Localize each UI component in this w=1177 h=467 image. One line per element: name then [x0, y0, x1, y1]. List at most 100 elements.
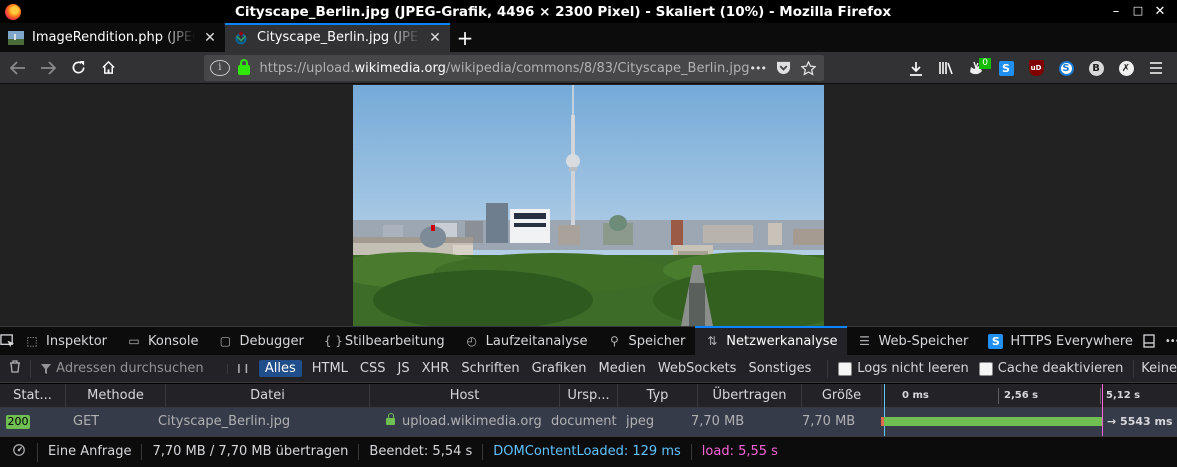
download-icon [910, 61, 922, 76]
reload-button[interactable] [63, 54, 93, 82]
maximize-button[interactable]: □ [1127, 4, 1149, 19]
filter-xhr[interactable]: XHR [416, 360, 456, 377]
timeline-tick [1100, 388, 1101, 404]
url-bar[interactable]: i https://upload.wikimedia.org/wikipedia… [204, 55, 824, 81]
info-icon[interactable]: i [210, 60, 230, 76]
waterfall-bar [884, 417, 1102, 426]
cell-file: Cityscape_Berlin.jpg [158, 414, 291, 429]
library-button[interactable] [931, 61, 961, 75]
berlin-cityscape-image[interactable] [353, 85, 824, 326]
throttling-select[interactable]: Keine [1141, 361, 1177, 376]
forward-button[interactable] [33, 54, 63, 82]
cell-transferred: 7,70 MB [691, 414, 745, 429]
debugger-icon: ▢ [219, 334, 232, 348]
filter-fonts[interactable]: Schriften [455, 360, 525, 377]
column-file[interactable]: Datei [166, 384, 370, 408]
url-text[interactable]: https://upload.wikimedia.org/wikipedia/c… [260, 61, 750, 76]
extension-privacy-button[interactable]: 0 [961, 57, 991, 76]
pause-button[interactable]: ❙❙ [227, 363, 256, 374]
back-button[interactable] [3, 54, 33, 82]
memory-icon: ⚲ [610, 334, 619, 348]
load-marker [1102, 384, 1103, 408]
performance-analysis-button[interactable] [0, 442, 38, 462]
tab-memory[interactable]: ⚲ Speicher [597, 327, 695, 355]
bookmark-star-icon[interactable] [801, 60, 816, 76]
close-tab-icon[interactable]: ✕ [203, 30, 217, 46]
ublock-shield-icon: uD [1028, 60, 1044, 76]
summary-load: load: 5,55 s [701, 444, 778, 459]
tab-imagerendition[interactable]: ImageRendition.php (JPEG- ✕ [0, 23, 225, 52]
tab-style-editor[interactable]: { } Stilbearbeitung [314, 327, 455, 355]
filter-icon [41, 363, 52, 374]
storage-icon: ☰ [859, 334, 870, 348]
tab-https-everywhere[interactable]: S HTTPS Everywhere [978, 327, 1143, 355]
wikimedia-icon [235, 31, 247, 44]
filter-images[interactable]: Grafiken [526, 360, 593, 377]
close-tab-icon[interactable]: ✕ [428, 30, 442, 46]
tab-label: Cityscape_Berlin.jpg (JPEG- [257, 30, 420, 45]
image-thumbnail-icon [8, 30, 24, 45]
tab-console[interactable]: ▭ Konsole [117, 327, 208, 355]
column-cause[interactable]: Ursp... [560, 384, 618, 408]
devtools-more-button[interactable]: ••• [1165, 336, 1177, 347]
extension-s-button[interactable]: S [991, 60, 1021, 76]
tab-bar: ImageRendition.php (JPEG- ✕ Cityscape_Be… [0, 23, 1177, 52]
extension-x-button[interactable]: ✗ [1111, 60, 1141, 76]
column-size[interactable]: Größe [802, 384, 882, 408]
https-everywhere-icon: S [988, 333, 1004, 349]
column-transferred[interactable]: Übertragen [698, 384, 802, 408]
summary-transferred: 7,70 MB / 7,70 MB übertragen [142, 444, 360, 460]
column-host[interactable]: Host [370, 384, 560, 408]
extension-s-circle-button[interactable]: S [1051, 60, 1081, 76]
load-marker [1102, 408, 1103, 436]
disable-cache-checkbox[interactable]: Cache deaktivieren [978, 361, 1123, 376]
ublock-button[interactable]: uD [1021, 60, 1051, 76]
window-titlebar: Cityscape_Berlin.jpg (JPEG-Grafik, 4496 … [0, 0, 1177, 23]
dock-side-icon[interactable] [1143, 334, 1155, 348]
tab-cityscape[interactable]: Cityscape_Berlin.jpg (JPEG- ✕ [225, 23, 450, 52]
close-window-button[interactable]: ✕ [1149, 4, 1171, 19]
menu-button[interactable] [1141, 62, 1171, 74]
minimize-button[interactable]: – [1105, 4, 1127, 19]
column-status[interactable]: Stat... [0, 384, 66, 408]
url-filter-input[interactable]: Adressen durchsuchen [31, 361, 227, 376]
new-tab-button[interactable]: + [450, 23, 480, 52]
secure-lock-icon [386, 413, 395, 425]
persist-logs-checkbox[interactable]: Logs nicht leeren [838, 361, 969, 376]
column-method[interactable]: Methode [66, 384, 166, 408]
download-button[interactable] [901, 61, 931, 76]
s-logo-icon: S [998, 60, 1014, 76]
filter-other[interactable]: Sonstiges [742, 360, 817, 377]
home-button[interactable] [93, 54, 123, 82]
clear-button[interactable] [0, 359, 32, 378]
extension-b-button[interactable]: B [1081, 60, 1111, 76]
element-picker-button[interactable] [0, 327, 15, 355]
table-row[interactable]: 200 GET Cityscape_Berlin.jpg upload.wiki… [0, 408, 1177, 436]
timeline-marker [884, 384, 885, 408]
filter-media[interactable]: Medien [593, 360, 652, 377]
network-filter-bar: Adressen durchsuchen ❙❙ Alles HTML CSS J… [0, 355, 1177, 383]
navigation-toolbar: i https://upload.wikimedia.org/wikipedia… [0, 52, 1177, 84]
tab-inspector[interactable]: ⬚ Inspektor [15, 327, 117, 355]
requests-table-header: Stat... Methode Datei Host Ursp... Typ Ü… [0, 384, 1177, 408]
pocket-icon[interactable] [776, 61, 791, 75]
window-title: Cityscape_Berlin.jpg (JPEG-Grafik, 4496 … [234, 3, 892, 20]
filter-css[interactable]: CSS [354, 360, 392, 377]
tab-network[interactable]: ⇅ Netzwerkanalyse [695, 326, 848, 355]
lock-icon[interactable] [237, 59, 250, 75]
column-type[interactable]: Typ [618, 384, 698, 408]
tab-performance[interactable]: ◴ Laufzeitanalyse [455, 327, 598, 355]
performance-icon: ◴ [466, 334, 477, 348]
console-icon: ▭ [128, 334, 140, 348]
filter-all[interactable]: Alles [258, 360, 302, 377]
filter-html[interactable]: HTML [306, 360, 354, 377]
page-actions-button[interactable]: ••• [750, 62, 767, 75]
filter-js[interactable]: JS [392, 360, 416, 377]
devtools-toolbar: ⬚ Inspektor ▭ Konsole ▢ Debugger { } Stilbea… [0, 326, 1177, 355]
tab-debugger[interactable]: ▢ Debugger [208, 327, 313, 355]
inspector-icon: ⬚ [26, 334, 38, 348]
filter-websockets[interactable]: WebSockets [652, 360, 743, 377]
arrow-left-icon [10, 60, 25, 75]
tab-storage[interactable]: ☰ Web-Speicher [847, 327, 978, 355]
cell-cause: document [551, 414, 617, 429]
